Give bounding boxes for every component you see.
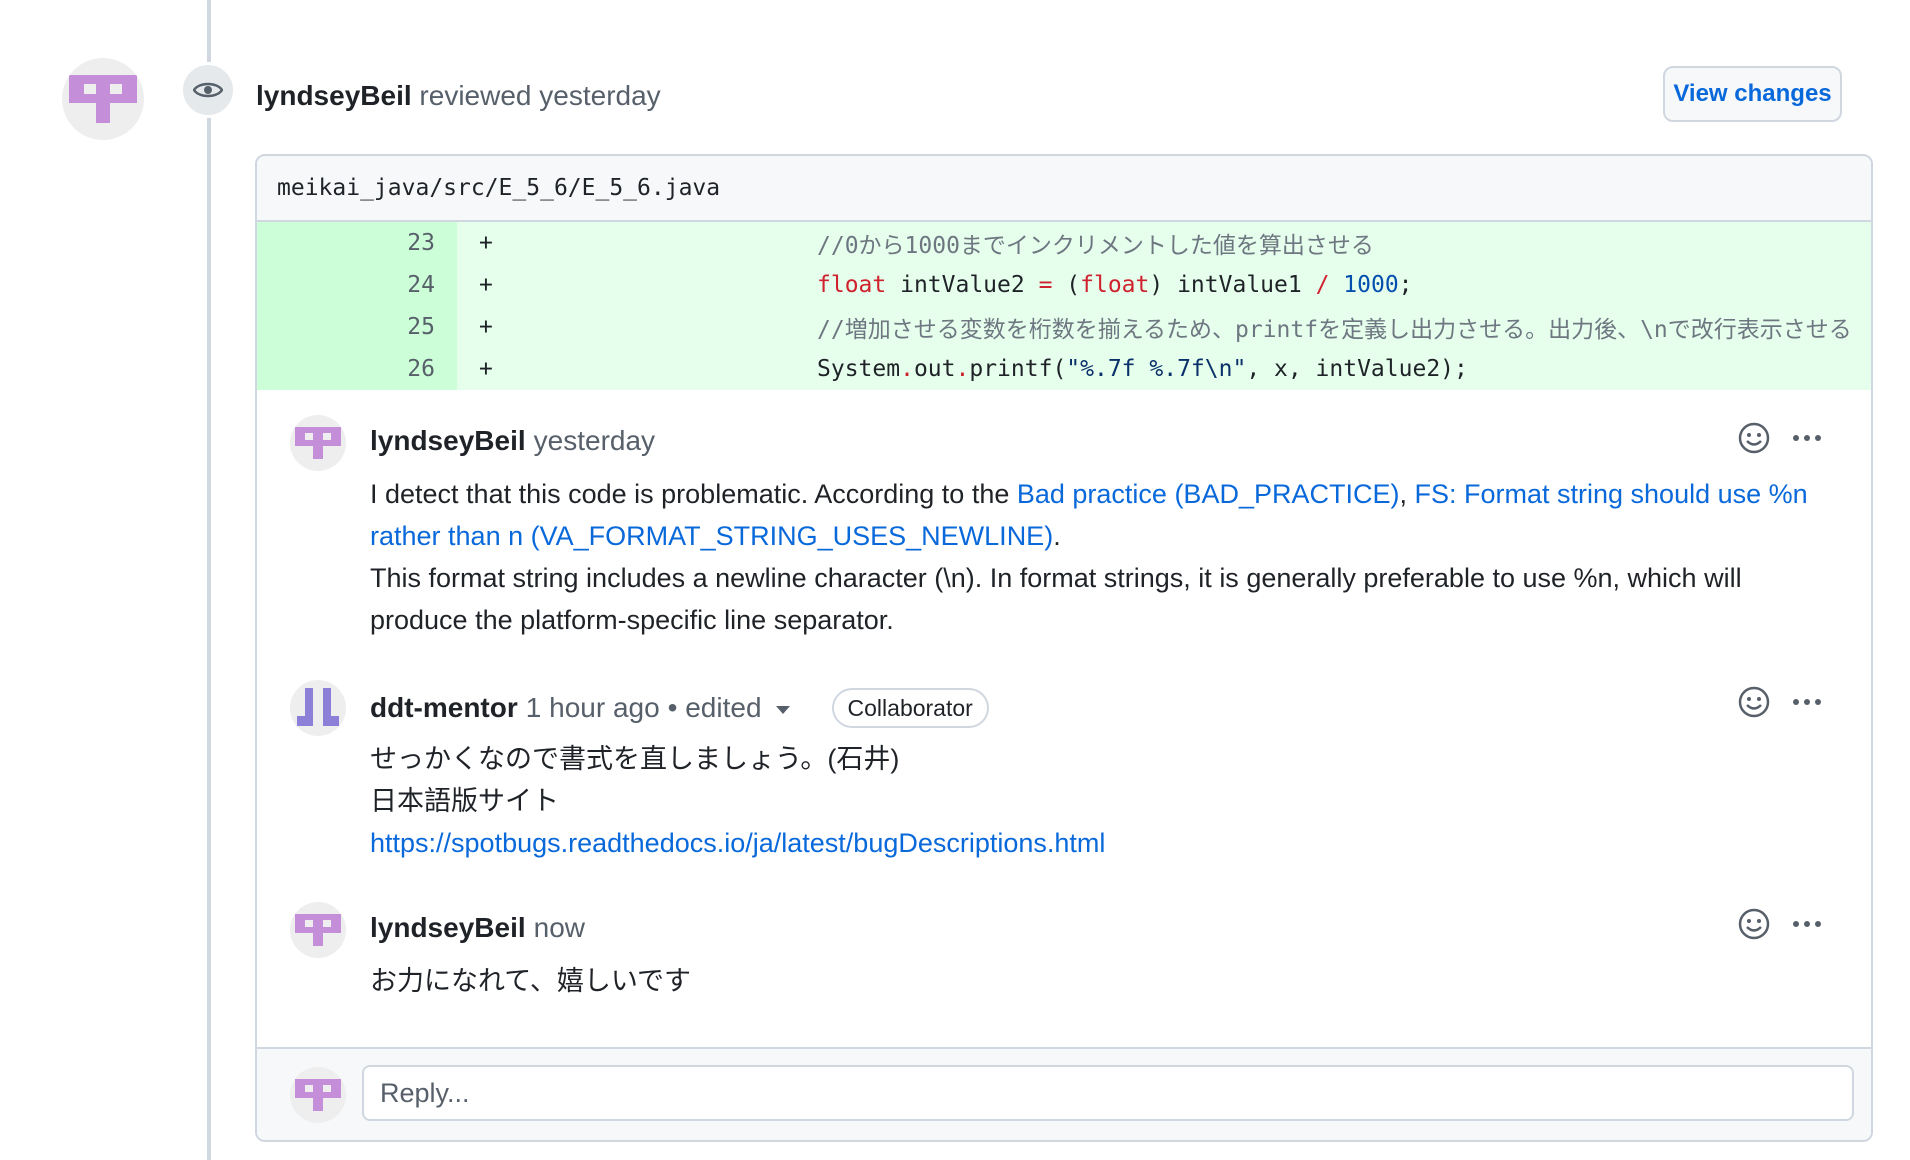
code-token: , x, intValue2); <box>1246 356 1468 382</box>
code-text: float intValue2 = (float) intValue1 / 10… <box>487 272 1413 298</box>
reply-input[interactable]: Reply... <box>362 1065 1854 1121</box>
view-changes-button[interactable]: View changes <box>1663 66 1842 122</box>
code-text: //増加させる変数を桁数を揃えるため、printfを定義し出力させる。出力後、\… <box>487 310 1852 344</box>
comment-text: I detect that this code is problematic. … <box>370 479 1017 509</box>
comment-avatar[interactable] <box>290 415 346 471</box>
eye-icon <box>180 62 236 118</box>
kebab-menu-icon[interactable] <box>1793 921 1821 927</box>
code-token: ; <box>1398 272 1413 298</box>
diff-line[interactable]: 26 + System.out.printf("%.7f %.7f\n", x, i… <box>257 348 1871 390</box>
comment-avatar[interactable] <box>290 680 346 736</box>
code-token: "%.7f %.7f\n" <box>1066 356 1247 382</box>
code-token: //0から1000までインクリメントした値を算出させる <box>817 233 1374 259</box>
comment-time[interactable]: 1 hour ago <box>526 690 660 726</box>
comment-body: I detect that this code is problematic. … <box>370 473 1810 641</box>
comment-header: ddt-mentor 1 hour ago • edited Collabora… <box>370 688 989 728</box>
identicon-avatar-icon <box>295 914 341 946</box>
code-token: ( <box>1052 272 1081 298</box>
comment-avatar[interactable] <box>290 902 346 958</box>
code-text: //0から1000までインクリメントした値を算出させる <box>487 226 1374 260</box>
comment-header: lyndseyBeil yesterday <box>370 423 655 459</box>
comment-text: せっかくなので書式を直しましょう。(石井) <box>370 744 900 774</box>
comment-text: , <box>1399 479 1415 509</box>
reply-area: Reply... <box>257 1047 1871 1140</box>
diff-line[interactable]: 24 + float intValue2 = (float) intValue1 /… <box>257 264 1871 306</box>
smiley-icon[interactable] <box>1737 685 1771 719</box>
comment-header: lyndseyBeil now <box>370 910 585 946</box>
timeline-line <box>207 0 211 1160</box>
line-number[interactable]: 23 <box>257 222 457 264</box>
identicon-avatar-icon <box>297 688 339 726</box>
code-token: ) intValue1 <box>1149 272 1316 298</box>
code-token: 1000 <box>1343 272 1399 298</box>
kebab-menu-icon[interactable] <box>1793 435 1821 441</box>
diff-sign: + <box>479 314 493 340</box>
review-time[interactable]: yesterday <box>539 80 660 111</box>
line-number[interactable]: 25 <box>257 306 457 348</box>
code-token: . <box>955 356 970 382</box>
diff-sign: + <box>479 356 493 382</box>
review-header: lyndseyBeil reviewed yesterday <box>256 78 661 114</box>
code-token: float <box>817 272 887 298</box>
comment-time[interactable]: yesterday <box>534 423 655 459</box>
diff-sign: + <box>479 272 493 298</box>
diff-sign: + <box>479 230 493 256</box>
code-text: System.out.printf("%.7f %.7f\n", x, intV… <box>487 356 1468 382</box>
collaborator-badge: Collaborator <box>831 688 989 728</box>
code-token: intValue2 <box>886 272 1039 298</box>
identicon-avatar-icon <box>295 1079 341 1111</box>
edited-label[interactable]: • edited <box>668 690 762 726</box>
kebab-menu-icon[interactable] <box>1793 699 1821 705</box>
code-token: . <box>900 356 914 382</box>
code-token: out <box>913 356 956 382</box>
code-token: System <box>817 356 901 382</box>
comment-actions <box>1737 907 1821 941</box>
code-token: printf( <box>969 356 1067 382</box>
bad-practice-link[interactable]: Bad practice (BAD_PRACTICE) <box>1017 479 1400 509</box>
comment-text: お力になれて、嬉しいです <box>370 966 692 996</box>
smiley-icon[interactable] <box>1737 907 1771 941</box>
reply-avatar <box>290 1067 346 1123</box>
comment-time[interactable]: now <box>534 910 585 946</box>
comment-text: This format string includes a newline ch… <box>370 563 1742 635</box>
comment-text: 日本語版サイト <box>370 786 559 816</box>
comment-text: . <box>1053 521 1061 551</box>
comment-actions <box>1737 421 1821 455</box>
identicon-avatar-icon <box>295 427 341 459</box>
diff-line[interactable]: 23 + //0から1000までインクリメントした値を算出させる <box>257 222 1871 264</box>
code-token: = <box>1038 272 1053 298</box>
diff-table: 23 +//0から1000までインクリメントした値を算出させる 24 + float i… <box>257 222 1871 390</box>
line-number[interactable]: 26 <box>257 348 457 390</box>
review-thread-box: meikai_java/src/E_5_6/E_5_6.java 23 + //0か… <box>255 154 1873 1142</box>
chevron-down-icon[interactable] <box>775 706 790 714</box>
code-token: / <box>1315 272 1330 298</box>
spotbugs-link[interactable]: https://spotbugs.readthedocs.io/ja/lates… <box>370 828 1105 858</box>
comment-author[interactable]: lyndseyBeil <box>370 910 526 946</box>
comment-body: せっかくなので書式を直しましょう。(石井) 日本語版サイト https://sp… <box>370 738 1810 864</box>
line-number[interactable]: 24 <box>257 264 457 306</box>
file-path[interactable]: meikai_java/src/E_5_6/E_5_6.java <box>257 156 1871 222</box>
review-author[interactable]: lyndseyBeil <box>256 80 412 111</box>
smiley-icon[interactable] <box>1737 421 1771 455</box>
code-token: //増加させる変数を桁数を揃えるため、printfを定義し出力させる。出力後、\… <box>817 317 1852 343</box>
comment-body: お力になれて、嬉しいです <box>370 960 1810 1002</box>
diff-line[interactable]: 25 + //増加させる変数を桁数を揃えるため、printfを定義し出力させる。出力… <box>257 306 1871 348</box>
identicon-avatar-icon <box>69 75 137 123</box>
comment-actions <box>1737 685 1821 719</box>
review-action: reviewed <box>419 80 532 111</box>
reviewer-avatar[interactable] <box>62 58 144 140</box>
comment-author[interactable]: lyndseyBeil <box>370 423 526 459</box>
code-token: float <box>1080 272 1150 298</box>
comment-author[interactable]: ddt-mentor <box>370 690 518 726</box>
